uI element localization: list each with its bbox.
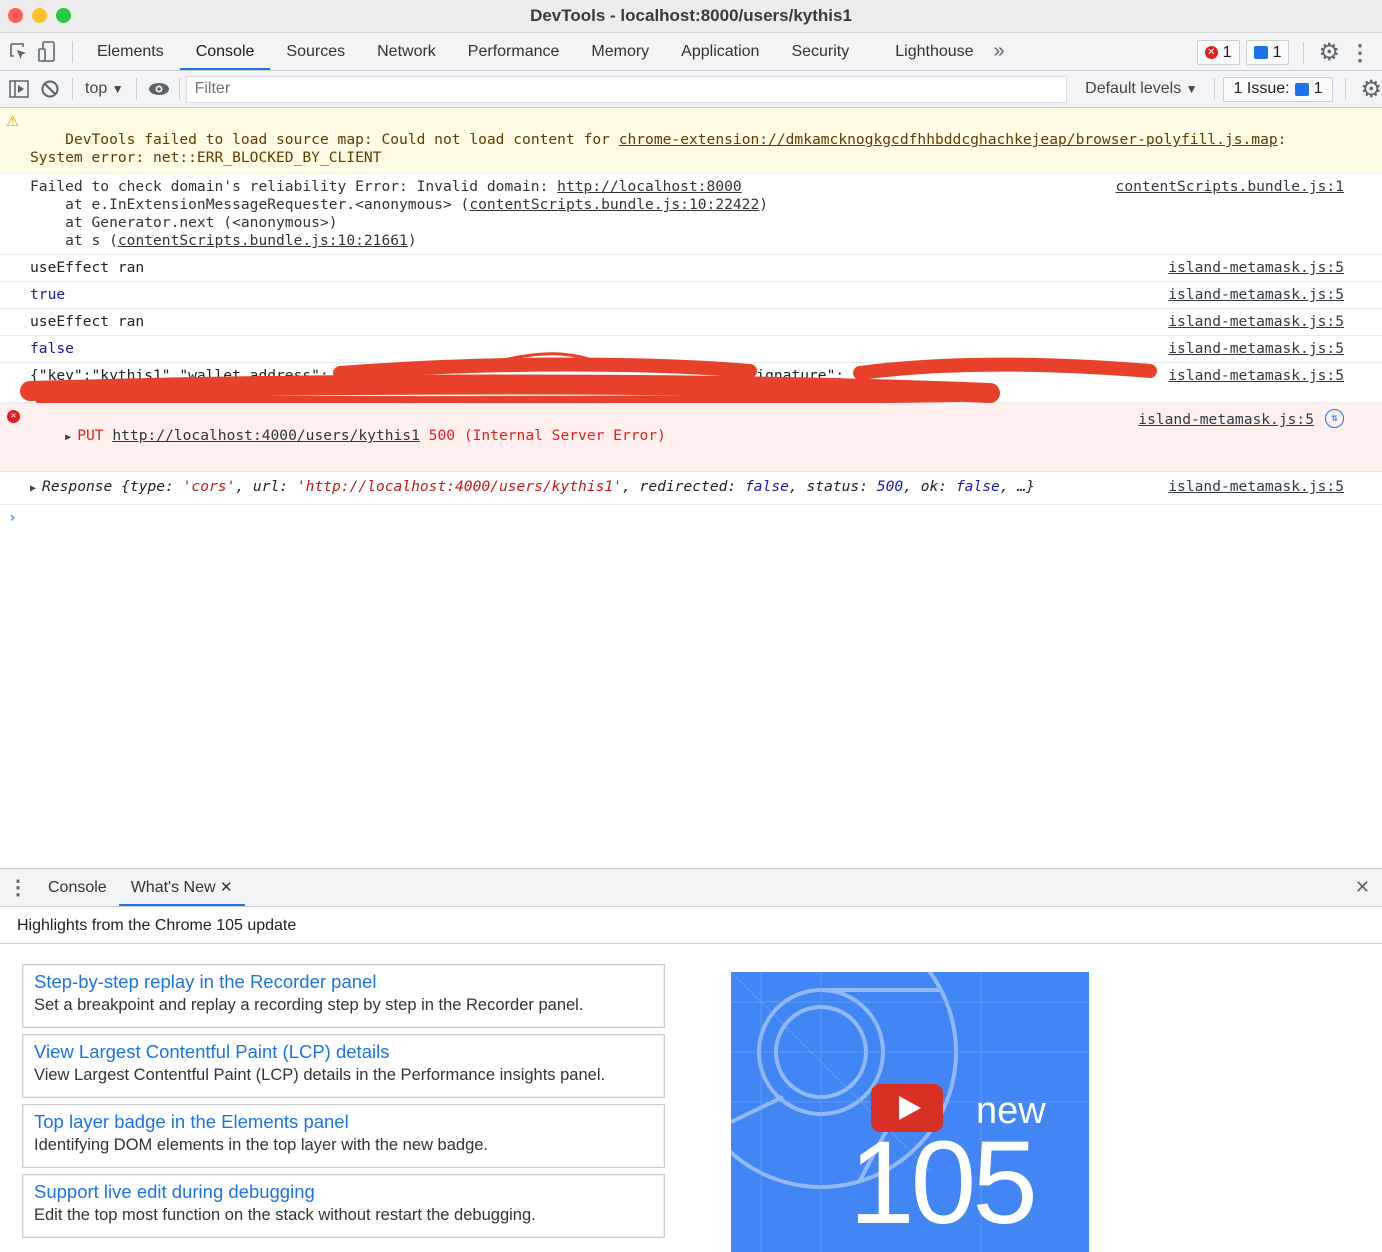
minimize-window-button[interactable] xyxy=(32,8,47,23)
message-icon xyxy=(1294,82,1309,96)
source-link[interactable]: island-metamask.js:5 xyxy=(1138,411,1314,429)
maximize-window-button[interactable] xyxy=(56,8,71,23)
source-link[interactable]: island-metamask.js:5 xyxy=(1168,259,1344,277)
drawer-tab-console[interactable]: Console xyxy=(36,869,119,906)
highlights-heading: Highlights from the Chrome 105 update xyxy=(0,907,1382,944)
tab-performance[interactable]: Performance xyxy=(452,33,576,70)
inspect-element-icon[interactable] xyxy=(8,42,30,62)
source-link[interactable]: contentScripts.bundle.js:1 xyxy=(1116,178,1344,196)
error-count-button[interactable]: ✕ 1 xyxy=(1196,40,1240,65)
tab-console[interactable]: Console xyxy=(179,33,271,70)
feature-card[interactable]: Top layer badge in the Elements panel Ide… xyxy=(22,1104,665,1168)
source-link[interactable]: island-metamask.js:5 xyxy=(1168,478,1344,496)
put-error-message: ✕ ▶ PUT http://localhost:4000/users/kythi… xyxy=(0,403,1382,472)
warning-icon: ⚠ xyxy=(6,113,20,130)
more-tabs-chevron-icon[interactable]: » xyxy=(994,40,1005,63)
expand-triangle-icon[interactable]: ▶ xyxy=(30,483,42,494)
tab-lighthouse[interactable]: Lighthouse xyxy=(879,33,989,70)
tab-elements[interactable]: Elements xyxy=(81,33,180,70)
close-window-button[interactable] xyxy=(8,8,23,23)
console-toolbar: top ▼ Default levels ▼ 1 Issue:1 ⚙ xyxy=(0,71,1382,108)
localhost-link[interactable]: http://localhost:8000 xyxy=(557,178,742,195)
reliability-error-message: Failed to check domain's reliability Err… xyxy=(0,174,1382,255)
expand-triangle-icon[interactable]: ▶ xyxy=(65,432,77,443)
source-link[interactable]: island-metamask.js:5 xyxy=(1168,286,1344,304)
filter-input[interactable] xyxy=(185,75,1068,103)
live-expression-eye-icon[interactable] xyxy=(141,82,177,96)
whats-new-video-thumbnail[interactable]: new 105 xyxy=(731,972,1089,1252)
context-selector[interactable]: top ▼ xyxy=(77,80,132,98)
error-icon: ✕ xyxy=(1204,46,1218,59)
tab-network[interactable]: Network xyxy=(361,33,452,70)
console-prompt[interactable]: › xyxy=(0,505,1382,535)
tab-application[interactable]: Application xyxy=(665,33,775,70)
source-link[interactable]: island-metamask.js:5 xyxy=(1168,340,1344,358)
response-object-message: ▶ Response {type: 'cors', url: 'http://l… xyxy=(0,472,1382,505)
message-icon xyxy=(1253,46,1268,59)
sidebar-toggle-icon[interactable] xyxy=(6,80,32,98)
error-icon: ✕ xyxy=(7,410,20,423)
message-count-button[interactable]: 1 xyxy=(1245,40,1290,65)
warning-message: ⚠ DevTools failed to load source map: Cou… xyxy=(0,108,1382,174)
window-titlebar: DevTools - localhost:8000/users/kythis1 xyxy=(0,0,1382,33)
close-drawer-icon[interactable]: ✕ xyxy=(1355,877,1370,898)
source-link[interactable]: island-metamask.js:5 xyxy=(1168,313,1344,331)
feature-card[interactable]: View Largest Contentful Paint (LCP) deta… xyxy=(22,1034,665,1098)
console-settings-gear-icon[interactable]: ⚙ xyxy=(1360,75,1382,104)
console-messages: ⚠ DevTools failed to load source map: Cou… xyxy=(0,108,1382,535)
feature-card[interactable]: Support live edit during debugging Edit t… xyxy=(22,1174,665,1238)
drawer: ⋮ Console What's New ✕ ✕ Highlights from… xyxy=(0,868,1382,1252)
log-message: useEffect ran island-metamask.js:5 xyxy=(0,255,1382,282)
log-levels-dropdown[interactable]: Default levels ▼ xyxy=(1077,80,1205,98)
log-message: true island-metamask.js:5 xyxy=(0,282,1382,309)
tab-memory[interactable]: Memory xyxy=(575,33,665,70)
network-request-icon[interactable]: ⇅ xyxy=(1325,409,1344,428)
settings-gear-icon[interactable]: ⚙ xyxy=(1318,38,1340,67)
log-message: useEffect ran island-metamask.js:5 xyxy=(0,309,1382,336)
redacted-json-message: {"key":"kythis1","wallet_address": "signa… xyxy=(0,352,1382,407)
tab-sources[interactable]: Sources xyxy=(270,33,361,70)
tab-security[interactable]: Security xyxy=(775,33,865,70)
drawer-menu-icon[interactable]: ⋮ xyxy=(0,875,36,900)
stack-link[interactable]: contentScripts.bundle.js:10:21661 xyxy=(118,232,408,249)
drawer-tabbar: ⋮ Console What's New ✕ ✕ xyxy=(0,869,1382,907)
more-options-icon[interactable]: ⋮ xyxy=(1346,40,1374,66)
log-message: false island-metamask.js:5 xyxy=(0,336,1382,363)
device-toolbar-icon[interactable] xyxy=(30,40,64,63)
drawer-tab-whats-new[interactable]: What's New ✕ xyxy=(118,869,245,906)
stack-link[interactable]: contentScripts.bundle.js:10:22422 xyxy=(469,196,759,213)
main-tabbar: Elements Console Sources Network Perform… xyxy=(0,33,1382,71)
dropdown-arrow-icon: ▼ xyxy=(111,82,124,96)
issues-button[interactable]: 1 Issue: 1 xyxy=(1222,76,1334,102)
source-link[interactable]: island-metamask.js:5 xyxy=(1168,367,1344,385)
video-version-label: 105 xyxy=(849,1117,1038,1249)
request-url-link[interactable]: http://localhost:4000/users/kythis1 xyxy=(112,427,420,444)
window-title: DevTools - localhost:8000/users/kythis1 xyxy=(530,6,852,25)
clear-console-icon[interactable] xyxy=(32,79,68,99)
close-tab-icon[interactable]: ✕ xyxy=(220,879,233,896)
source-map-link[interactable]: chrome-extension://dmkamcknogkgcdfhhbddc… xyxy=(619,131,1278,148)
feature-card[interactable]: Step-by-step replay in the Recorder pane… xyxy=(22,964,665,1028)
